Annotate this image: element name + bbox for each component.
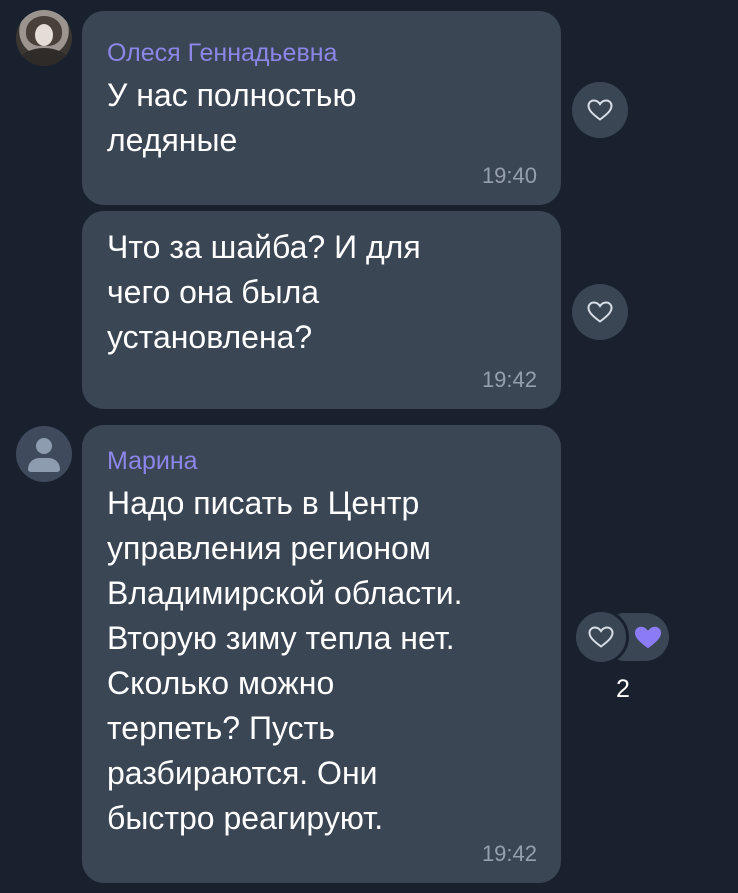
react-button[interactable]	[572, 82, 628, 138]
avatar-face	[35, 24, 53, 46]
react-button[interactable]	[572, 284, 628, 340]
reaction-count: 2	[616, 675, 630, 703]
reactions-group[interactable]	[573, 609, 673, 665]
message-text: У нас полностью ледяные	[107, 77, 357, 158]
react-button[interactable]	[573, 609, 629, 665]
sender-avatar-olesya[interactable]	[16, 10, 72, 66]
message-bubble[interactable]: Марина Надо писать в Центр управления ре…	[82, 425, 561, 883]
heart-outline-icon	[588, 626, 614, 648]
message-time: 19:42	[481, 367, 537, 392]
message-time: 19:40	[481, 163, 537, 188]
sender-name[interactable]: Марина	[107, 445, 535, 477]
sender-name[interactable]: Олеся Геннадьевна	[107, 37, 535, 69]
avatar-head	[36, 438, 52, 454]
message-text: Что за шайба? И для чего она была устано…	[107, 229, 421, 355]
message-text: Надо писать в Центр управления регионом …	[107, 485, 463, 836]
avatar-body	[28, 458, 60, 472]
message-bubble[interactable]: Что за шайба? И для чего она была устано…	[82, 211, 561, 409]
sender-avatar-marina[interactable]	[16, 426, 72, 482]
heart-outline-icon	[587, 301, 613, 323]
heart-filled-icon[interactable]	[633, 625, 663, 650]
avatar-shoulders	[20, 48, 68, 66]
message-bubble[interactable]: Олеся Геннадьевна У нас полностью ледяны…	[82, 11, 561, 205]
message-time: 19:42	[481, 841, 537, 866]
heart-outline-icon	[587, 99, 613, 121]
